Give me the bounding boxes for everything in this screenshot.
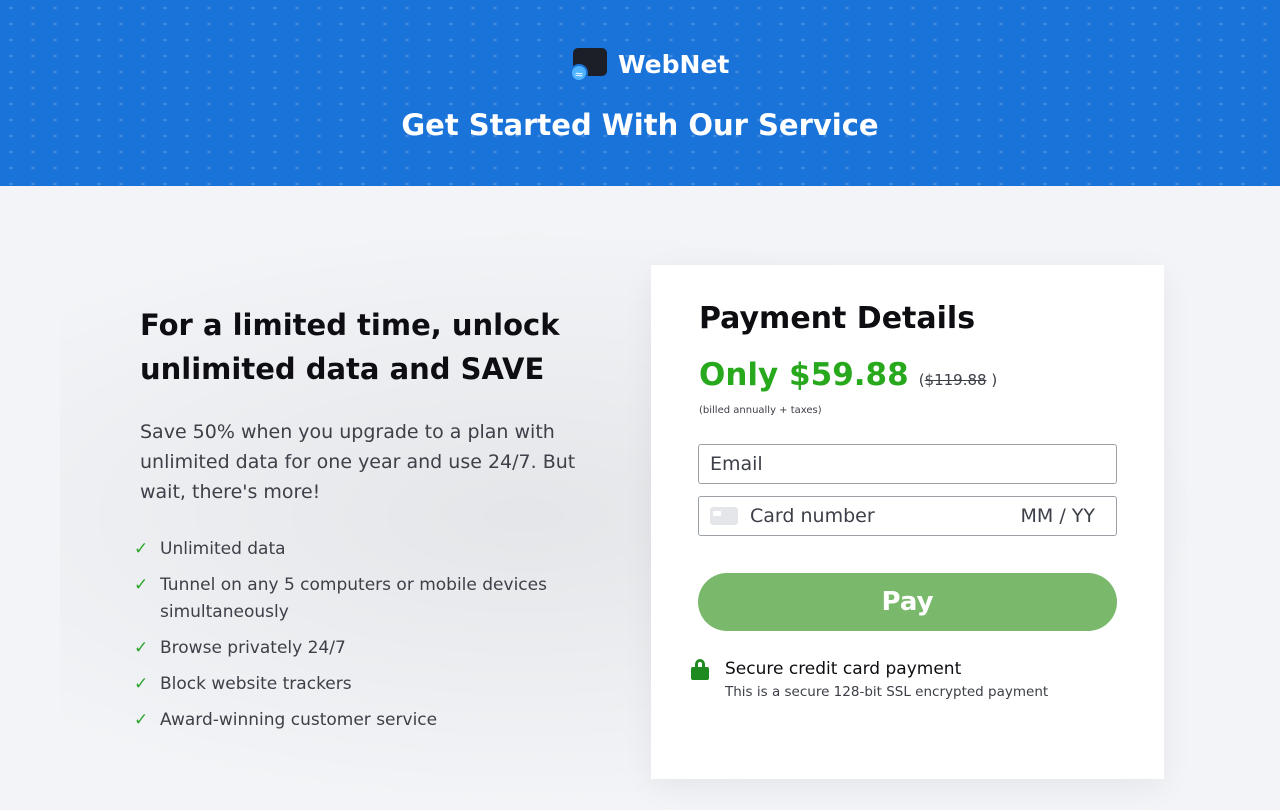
brand-logo[interactable]: ≈ WebNet bbox=[570, 44, 729, 84]
old-price: ($119.88 ) bbox=[919, 371, 998, 389]
header-pattern bbox=[0, 0, 1280, 186]
check-icon: ✓ bbox=[134, 710, 149, 730]
secure-payment-note: Secure credit card payment This is a sec… bbox=[691, 657, 1048, 700]
feature-item: ✓ Unlimited data bbox=[134, 536, 594, 563]
check-icon: ✓ bbox=[134, 674, 149, 694]
card-number-field[interactable]: Card number MM / YY bbox=[698, 496, 1117, 536]
feature-item: ✓ Tunnel on any 5 computers or mobile de… bbox=[134, 572, 594, 626]
pay-button[interactable]: Pay bbox=[698, 573, 1117, 631]
old-price-close: ) bbox=[986, 371, 998, 389]
expiry-placeholder[interactable]: MM / YY bbox=[1021, 505, 1095, 527]
card-number-placeholder: Card number bbox=[750, 505, 875, 527]
wifi-icon: ≈ bbox=[570, 64, 588, 82]
secure-subtitle: This is a secure 128-bit SSL encrypted p… bbox=[725, 684, 1049, 700]
feature-text: Unlimited data bbox=[160, 539, 286, 559]
brand-name: WebNet bbox=[618, 49, 730, 79]
price-row: Only $59.88 ($119.88 ) bbox=[699, 357, 997, 393]
check-icon: ✓ bbox=[134, 539, 149, 559]
feature-item: ✓ Browse privately 24/7 bbox=[134, 635, 594, 662]
page-title: Get Started With Our Service bbox=[401, 108, 879, 142]
promo-section: For a limited time, unlock unlimited dat… bbox=[140, 303, 590, 507]
payment-card: Payment Details Only $59.88 ($119.88 ) (… bbox=[651, 265, 1164, 779]
email-input[interactable] bbox=[698, 444, 1117, 484]
check-icon: ✓ bbox=[134, 575, 149, 595]
old-price-value: $119.88 bbox=[924, 371, 987, 389]
secure-text: Secure credit card payment This is a sec… bbox=[725, 657, 1048, 700]
price: Only $59.88 bbox=[699, 357, 909, 393]
check-icon: ✓ bbox=[134, 638, 149, 658]
lock-icon bbox=[691, 659, 709, 681]
credit-card-icon bbox=[710, 507, 738, 525]
feature-item: ✓ Award-winning customer service bbox=[134, 707, 594, 734]
promo-description: Save 50% when you upgrade to a plan with… bbox=[140, 421, 576, 503]
feature-item: ✓ Block website trackers bbox=[134, 671, 594, 698]
feature-list: ✓ Unlimited data ✓ Tunnel on any 5 compu… bbox=[134, 536, 594, 743]
secure-title: Secure credit card payment bbox=[725, 659, 962, 679]
payment-title: Payment Details bbox=[699, 301, 976, 336]
feature-text: Block website trackers bbox=[160, 674, 352, 694]
feature-text: Award-winning customer service bbox=[160, 710, 438, 730]
logo-mark: ≈ bbox=[570, 46, 608, 82]
header-banner: ≈ WebNet Get Started With Our Service bbox=[0, 0, 1280, 186]
feature-text: Tunnel on any 5 computers or mobile devi… bbox=[160, 575, 547, 622]
billing-note: (billed annually + taxes) bbox=[699, 405, 822, 416]
feature-text: Browse privately 24/7 bbox=[160, 638, 346, 658]
promo-headline: For a limited time, unlock unlimited dat… bbox=[140, 308, 560, 386]
